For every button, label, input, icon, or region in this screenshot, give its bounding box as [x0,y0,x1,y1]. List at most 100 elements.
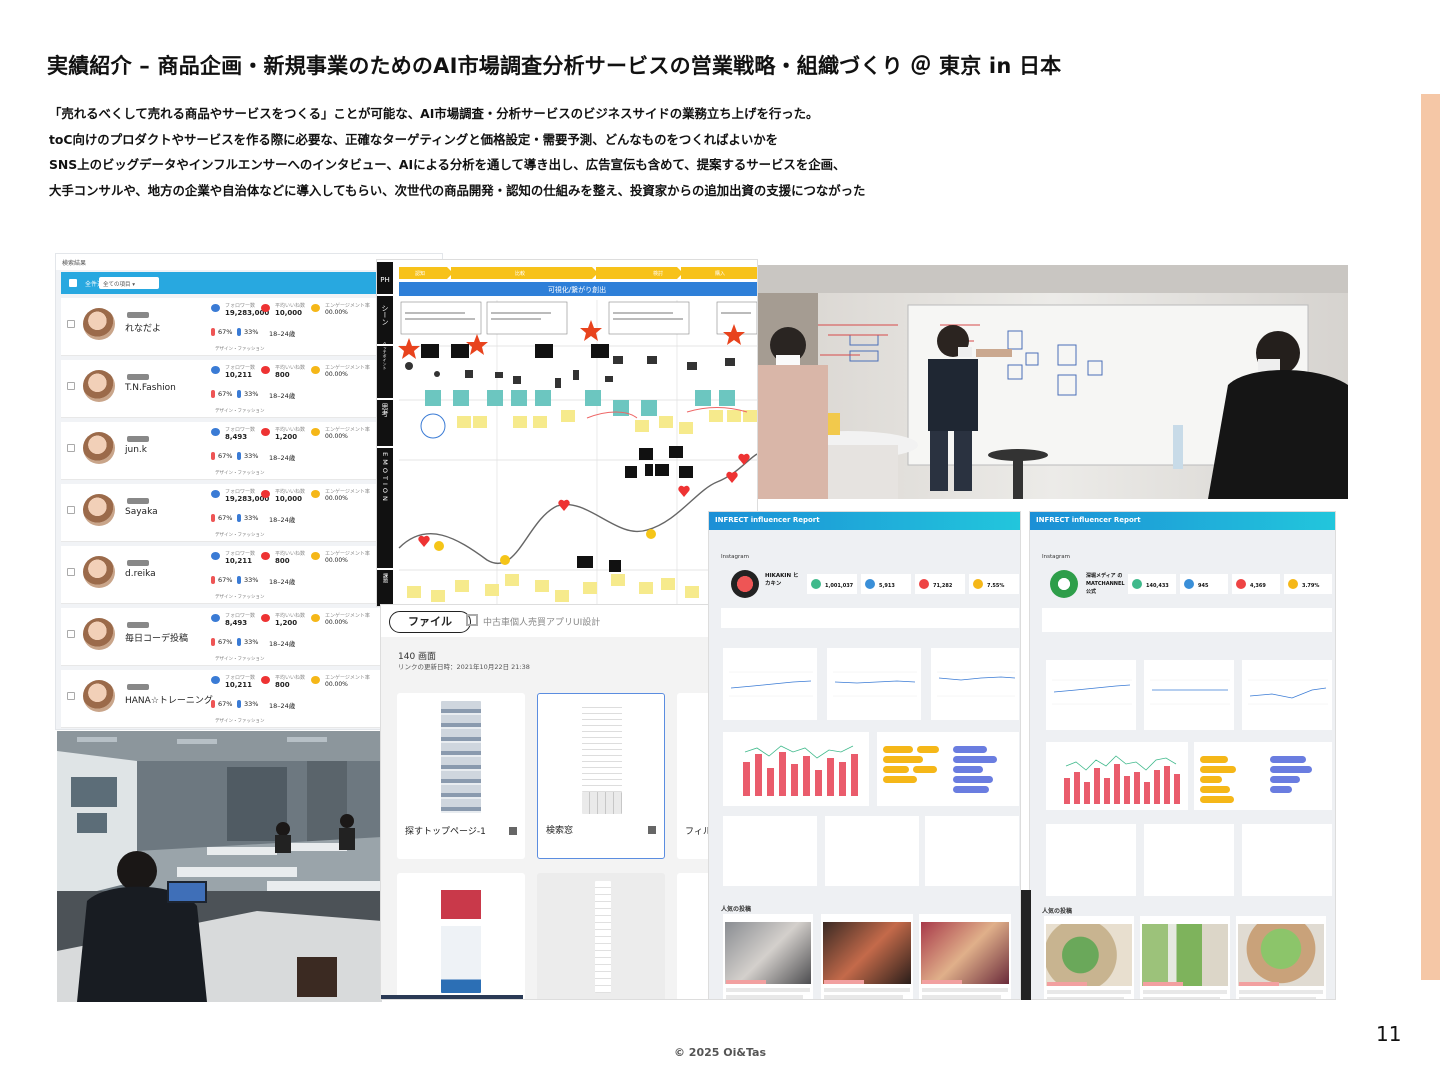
screen-card-partial[interactable] [677,873,709,999]
influencer-name[interactable]: 毎日コーデ投稿 [125,631,188,644]
influencer-name[interactable]: HANA☆トレーニング [125,693,213,706]
journey-map: PH シーン タッチポイント 思考 EMOTION 課題 認知 比較 検討 購入… [377,260,757,606]
influencer-name[interactable]: T.N.Fashion [125,383,176,393]
likes-trend-chart [1242,660,1332,730]
side-label-emotion: EMOTION [381,452,389,504]
influencer-name[interactable]: Sayaka [125,507,158,517]
description-line: SNS上のビッグデータやインフルエンサーへのインタビュー、AIによる分析を通して… [49,157,846,172]
row-checkbox[interactable] [67,382,75,390]
account-name: HIKAKIN ヒカキン [765,573,799,587]
female-ratio: 67% [218,328,233,336]
share-icon[interactable] [648,826,656,834]
likes-label: 平均いいね数 [275,489,306,495]
row-checkbox[interactable] [67,320,75,328]
female-ratio: 67% [218,638,233,646]
engagement-value: 00.00% [325,371,348,378]
bar-chart [1064,755,1180,804]
share-icon[interactable] [509,827,517,835]
profile-text-panel [721,608,1019,628]
avatar [83,308,115,340]
side-label-issue: 課題 [382,572,388,584]
followers-label: フォロワー数 [225,551,256,557]
engagement-icon [311,366,320,374]
stat-panel-followers: 140,433 [1128,574,1176,594]
mention-pill [953,786,989,793]
screen-card-search-top[interactable]: 探すトップページ-1 [397,693,525,859]
age-range: 18–24歳 [269,578,296,586]
influencer-name[interactable]: jun.k [125,445,147,455]
journey-map-screenshot: PH シーン タッチポイント 思考 EMOTION 課題 認知 比較 検討 購入… [376,259,758,607]
male-ratio: 33% [244,328,259,336]
avatar [83,494,115,526]
instagram-badge [127,498,149,504]
followers-icon [211,304,220,312]
engagement-label: エンゲージメント率 [325,303,370,309]
likes-icon [261,676,270,684]
stat-panel-engagement: 3.79% [1284,574,1332,594]
file-tab[interactable]: ファイル [389,611,471,633]
influencer-row[interactable]: 毎日コーデ投稿 フォロワー数 8,493 平均いいね数 1,200 エンゲージメント率 00… [61,608,431,666]
female-icon [211,576,215,584]
likes-value: 10,000 [275,309,303,317]
mention-pill [953,776,993,783]
trend-line [1150,679,1230,705]
filter-select[interactable]: 全ての項目 ▾ [99,277,159,289]
influencer-report-2: INFRECT influencer Report Instagram 深堀メデ… [1029,511,1336,1000]
screen-thumbnail [441,701,481,813]
male-ratio: 33% [244,390,259,398]
stat-panel-following: 5,913 [861,574,911,594]
trend-line [729,671,813,697]
select-all-checkbox[interactable] [69,279,77,287]
row-checkbox[interactable] [67,692,75,700]
hashtag-pill [1200,786,1230,793]
engagement-bar-chart [1046,742,1188,810]
influencer-name[interactable]: れなだよ [125,321,161,334]
row-checkbox[interactable] [67,444,75,452]
engagement-label: エンゲージメント率 [325,365,370,371]
keyboard-thumbnail [582,792,622,814]
hashtag-pill [883,746,913,753]
screen-card-filter[interactable]: フィル [677,693,710,859]
engagement-value: 00.00% [325,495,348,502]
screen-card-search-box[interactable]: 検索窓 [537,693,665,859]
screen-card-label: 検索窓 [546,826,574,836]
engagement-bar-chart [723,732,869,806]
category-tags: デザイン・ファッション [215,409,265,414]
follower-trend-chart [1046,660,1136,730]
hashtag-pill [913,766,937,773]
screen-card-detail[interactable] [397,873,525,999]
likes-value: 800 [275,557,290,565]
row-checkbox[interactable] [67,568,75,576]
mention-pill [953,766,983,773]
description-line: toC向けのプロダクトやサービスを作る際に必要な、正確なターゲティングと価格設定… [49,131,779,147]
avatar [83,370,115,402]
female-icon [211,638,215,646]
likes-value: 800 [275,371,290,379]
category-tags: デザイン・ファッション [215,347,265,352]
male-ratio: 33% [244,638,259,646]
side-label-scene: シーン [381,305,389,326]
account-name: 深堀メディア の MATCHANNEL 公式 [1086,573,1125,595]
stat-value: 4,369 [1250,583,1266,589]
followers-icon [211,614,220,622]
followers-icon [211,366,220,374]
hashtag-pill [1200,776,1222,783]
category-panel [825,816,919,886]
mention-pill [1270,766,1312,773]
avatar [83,680,115,712]
male-icon [237,452,241,460]
likes-label: 平均いいね数 [275,675,306,681]
seminar-photo-image [57,731,382,1002]
female-icon [211,452,215,460]
screen-card-blank[interactable] [537,873,665,999]
age-range: 18–24歳 [269,330,296,338]
stat-icon [1132,579,1142,589]
screen-card-label: フィル [685,827,710,837]
brand-panel [723,816,817,886]
stat-panel-following: 945 [1180,574,1228,594]
row-checkbox[interactable] [67,630,75,638]
influencer-row[interactable]: HANA☆トレーニング フォロワー数 10,211 平均いいね数 800 エンゲージメント… [61,670,431,728]
influencer-name[interactable]: d.reika [125,569,156,579]
likes-label: 平均いいね数 [275,613,306,619]
row-checkbox[interactable] [67,506,75,514]
